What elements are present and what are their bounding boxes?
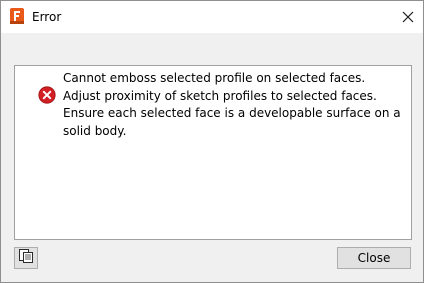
title-bar[interactable]: Error xyxy=(1,1,423,33)
copy-button[interactable] xyxy=(14,247,38,269)
close-icon[interactable] xyxy=(393,1,423,33)
error-icon xyxy=(38,86,56,104)
error-dialog: Error Cannot emboss selected profile on … xyxy=(0,0,424,283)
fusion-app-icon xyxy=(10,8,24,24)
message-panel: Cannot emboss selected profile on select… xyxy=(14,65,412,240)
window-title: Error xyxy=(32,10,62,24)
dialog-body: Cannot emboss selected profile on select… xyxy=(1,33,423,282)
error-message: Cannot emboss selected profile on select… xyxy=(63,71,401,138)
close-button[interactable]: Close xyxy=(337,247,411,269)
copy-icon xyxy=(18,248,34,268)
